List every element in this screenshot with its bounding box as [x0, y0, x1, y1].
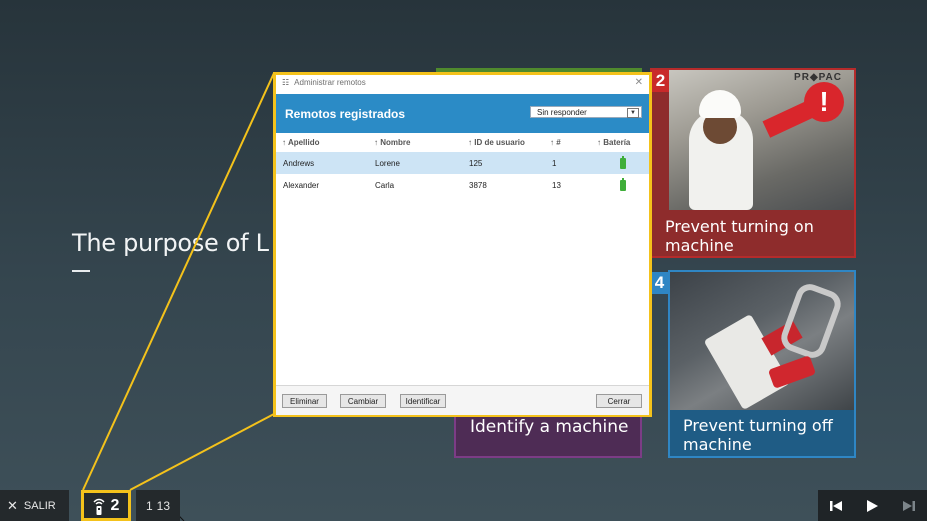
card-identify-machine[interactable]: Identify a machine — [454, 410, 642, 458]
slide-title: The purpose of L — [72, 229, 269, 257]
dialog-window-title: Administrar remotos — [294, 78, 366, 87]
manage-remotes-dialog: ☷ Administrar remotos ✕ Remotos registra… — [276, 75, 649, 415]
identify-button[interactable]: Identificar — [400, 394, 446, 408]
dialog-titlebar: ☷ Administrar remotos ✕ — [276, 75, 649, 90]
exit-button[interactable]: ✕ SALIR — [0, 490, 69, 521]
pager-current: 1 — [145, 498, 153, 513]
battery-icon — [620, 178, 626, 191]
cell-number: 13 — [552, 180, 561, 190]
pager-total: 13 — [156, 498, 171, 513]
card-caption: Identify a machine — [470, 417, 629, 437]
card-prevent-turning-off[interactable]: Prevent turning off machine — [668, 270, 856, 458]
play-icon[interactable] — [865, 499, 879, 513]
cell-apellido: Andrews — [283, 158, 315, 168]
battery-icon — [620, 156, 626, 169]
change-button[interactable]: Cambiar — [340, 394, 386, 408]
card-number: 4 — [651, 272, 668, 294]
slide-pager: 1 13 — [136, 490, 180, 521]
worker-helmet — [699, 90, 741, 118]
card-prevent-turning-on[interactable]: 2 PR◆PAC ! Prevent turning on machine — [650, 68, 856, 258]
table-row[interactable]: Andrews Lorene 125 1 — [276, 152, 649, 174]
dialog-footer: Eliminar Cambiar Identificar Cerrar — [276, 385, 649, 415]
cell-nombre: Carla — [375, 180, 395, 190]
remotes-table-body: Andrews Lorene 125 1 Alexander Carla 387… — [276, 152, 649, 196]
skip-forward-icon[interactable] — [902, 499, 916, 513]
remote-icon — [93, 498, 105, 515]
playback-controls — [818, 490, 927, 521]
cell-user-id: 125 — [469, 158, 483, 168]
skip-back-icon[interactable] — [829, 499, 843, 513]
column-number[interactable]: ↑ # — [550, 138, 561, 147]
settings-icon: ☷ — [282, 78, 290, 87]
close-icon: ✕ — [7, 497, 18, 513]
table-row[interactable]: Alexander Carla 3878 13 — [276, 174, 649, 196]
column-nombre[interactable]: ↑ Nombre — [374, 138, 410, 147]
exit-label: SALIR — [23, 499, 56, 512]
remote-count: 2 — [110, 496, 120, 514]
lockout-hasp — [777, 280, 845, 362]
filter-selected-value: Sin responder — [537, 107, 587, 117]
dialog-header: Remotos registrados Sin responder ▼ — [276, 94, 649, 133]
column-user-id[interactable]: ↑ ID de usuario — [468, 138, 525, 147]
cell-nombre: Lorene — [375, 158, 400, 168]
lockout-photo — [670, 272, 854, 411]
close-icon[interactable]: ✕ — [635, 77, 643, 88]
worker-photo: PR◆PAC ! — [669, 70, 854, 210]
filter-select[interactable]: Sin responder ▼ — [530, 106, 642, 118]
slide-title-dash — [72, 270, 90, 272]
card-number: 2 — [652, 70, 669, 92]
card-caption: Prevent turning off machine — [683, 416, 833, 454]
alert-icon: ! — [804, 82, 844, 122]
cell-user-id: 3878 — [469, 180, 487, 190]
chevron-down-icon[interactable]: ▼ — [627, 108, 639, 118]
column-apellido[interactable]: ↑ Apellido — [282, 138, 320, 147]
photo-sign: PR◆PAC — [794, 72, 842, 83]
dialog-header-title: Remotos registrados — [285, 106, 406, 121]
column-battery[interactable]: ↑ Batería — [597, 138, 630, 147]
remotes-button[interactable]: 2 — [81, 490, 131, 521]
close-button[interactable]: Cerrar — [596, 394, 642, 408]
card-caption: Prevent turning on machine — [665, 217, 814, 255]
cell-apellido: Alexander — [283, 180, 320, 190]
cell-number: 1 — [552, 158, 557, 168]
table-header: ↑ Apellido ↑ Nombre ↑ ID de usuario ↑ # … — [276, 133, 649, 151]
delete-button[interactable]: Eliminar — [282, 394, 327, 408]
